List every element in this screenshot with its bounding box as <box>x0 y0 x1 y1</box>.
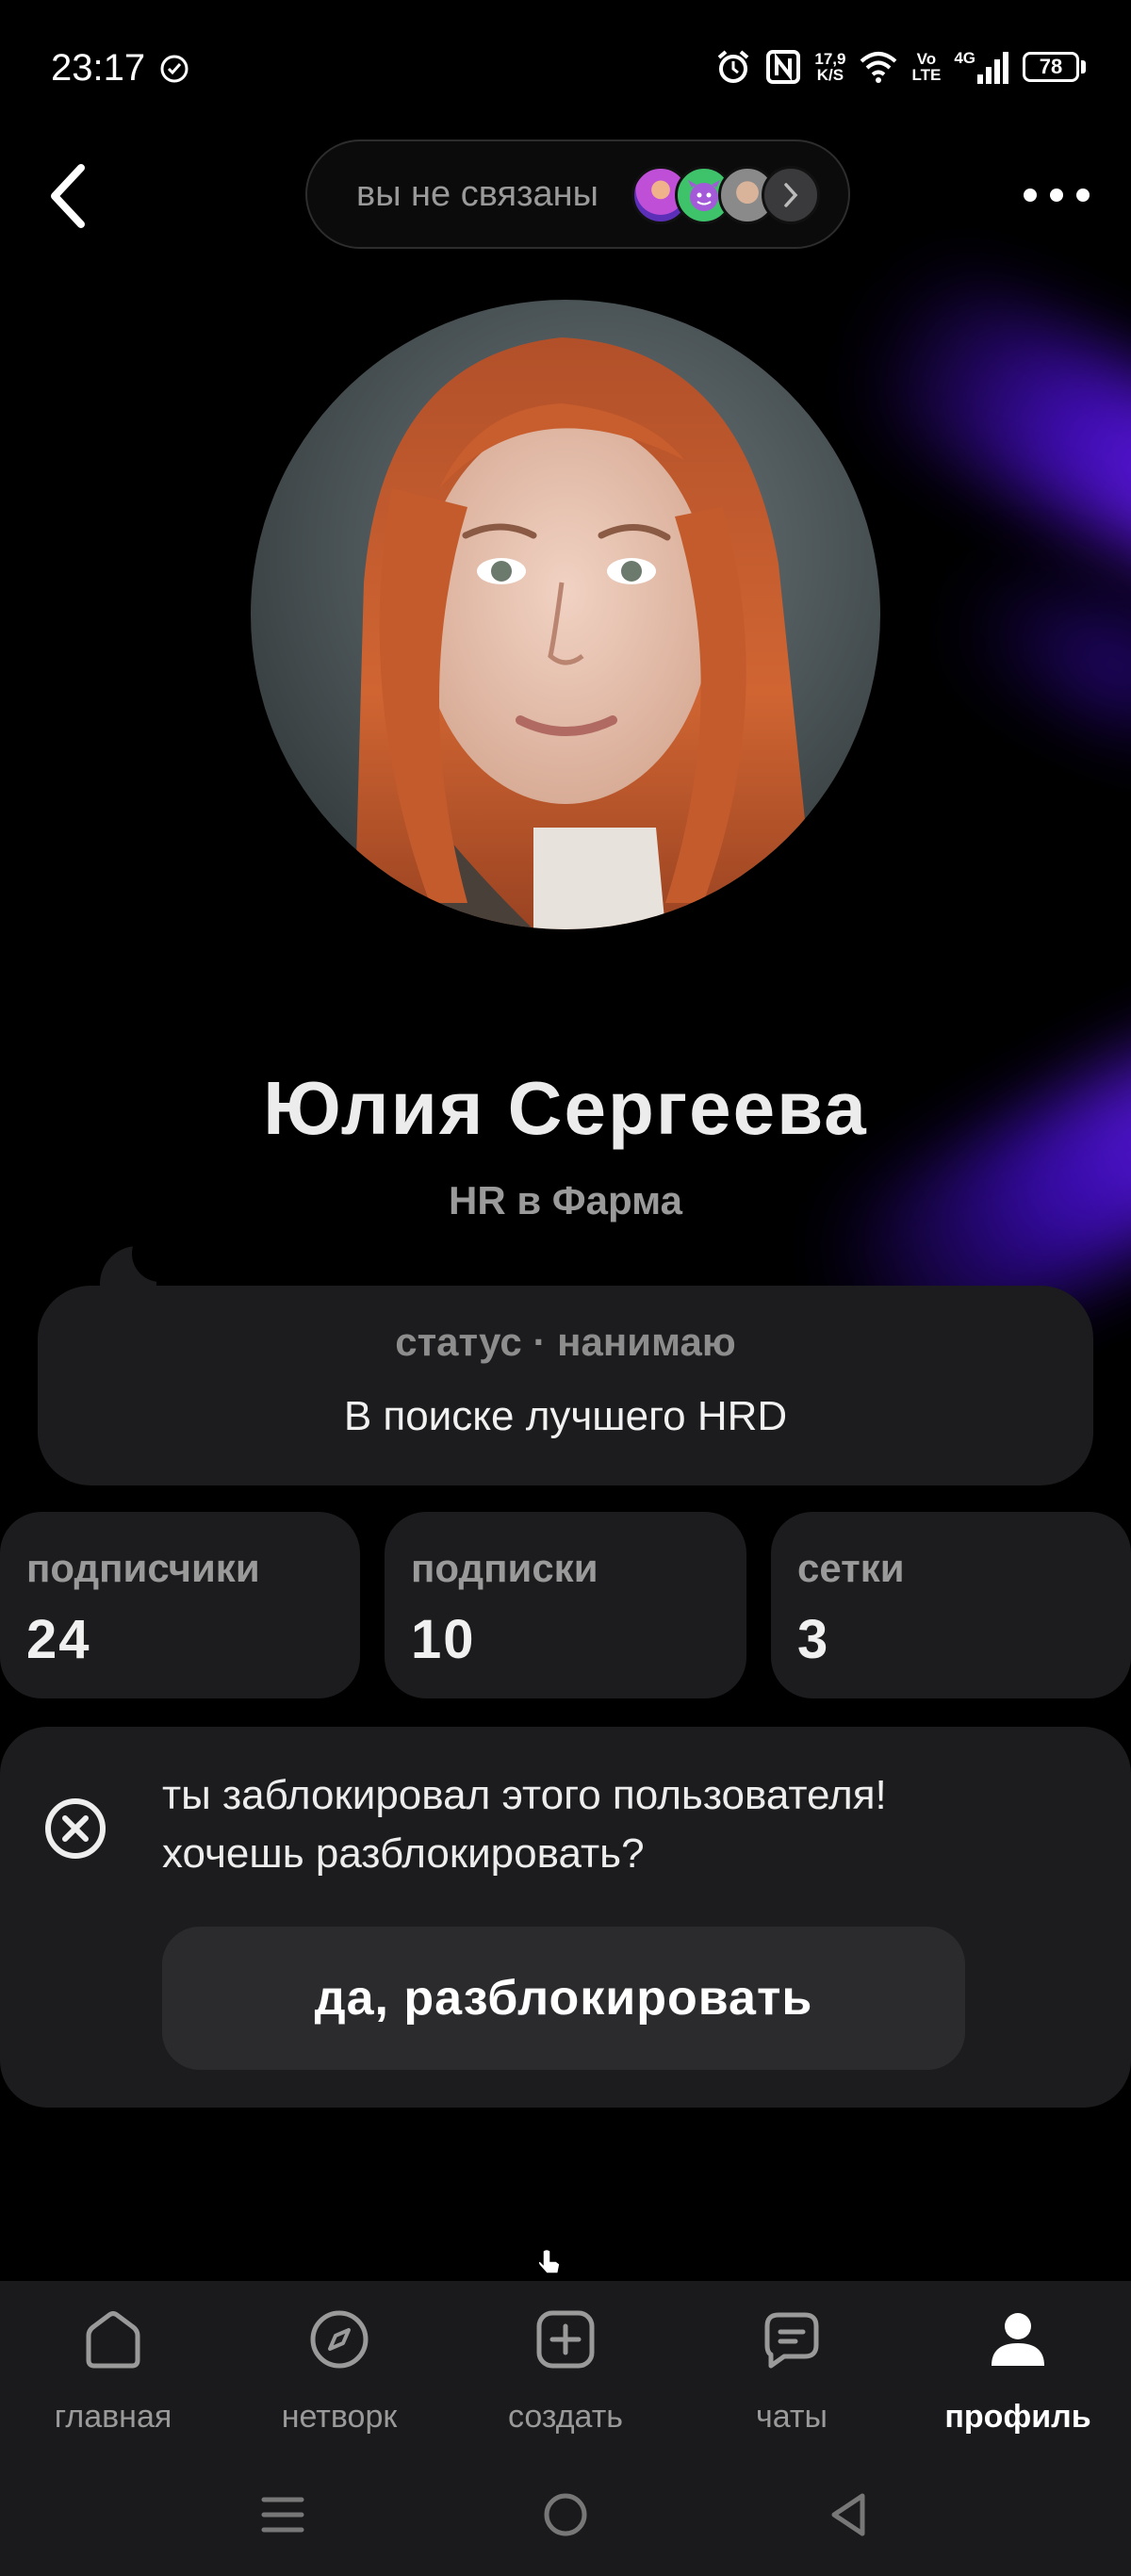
touch-cursor-icon <box>537 2248 561 2274</box>
nav-label: чаты <box>756 2399 828 2435</box>
status-text: В поиске лучшего HRD <box>343 1393 788 1439</box>
chat-icon <box>764 2312 819 2369</box>
status-title: статус · нанимаю <box>395 1320 736 1364</box>
mutual-avatars <box>631 166 820 224</box>
nav-label: главная <box>54 2399 172 2435</box>
stat-label: подписки <box>411 1546 598 1590</box>
status-card[interactable] <box>38 1286 1093 1485</box>
stat-label: подписчики <box>26 1546 260 1590</box>
wifi-icon <box>861 52 897 83</box>
alarm-icon <box>718 50 749 83</box>
volte-indicator: Vo LTE <box>911 50 942 84</box>
system-back-button[interactable] <box>812 2477 884 2552</box>
profile-avatar[interactable] <box>251 300 880 929</box>
nav-label: нетворк <box>281 2399 398 2435</box>
signal-icon: 4G <box>954 50 1009 84</box>
status-time: 23:17 <box>51 47 146 89</box>
chevron-left-icon <box>51 164 85 228</box>
connection-text: вы не связаны <box>356 173 598 214</box>
nfc-icon <box>766 50 801 84</box>
stat-label: сетки <box>797 1546 905 1590</box>
person-icon <box>992 2313 1044 2366</box>
stat-value: 10 <box>411 1609 476 1670</box>
triangle-back-icon <box>831 2493 865 2536</box>
profile-subtitle: HR в Фарма <box>448 1178 682 1222</box>
home-icon <box>86 2311 140 2369</box>
menu-icon <box>261 2497 304 2533</box>
more-options-button[interactable] <box>1024 179 1090 211</box>
nav-label: профиль <box>944 2399 1091 2435</box>
circle-home-icon <box>544 2493 587 2536</box>
stat-value: 24 <box>26 1609 91 1670</box>
stat-followers[interactable]: подписчики 24 <box>0 1512 360 1698</box>
battery-icon: 78 <box>1023 52 1086 82</box>
check-circle-icon <box>160 55 188 83</box>
nav-home[interactable]: главная <box>19 2305 207 2447</box>
purple-glow <box>942 550 1131 761</box>
nav-create[interactable]: создать <box>471 2305 660 2447</box>
compass-icon <box>310 2310 369 2369</box>
back-button[interactable] <box>41 160 94 232</box>
unblock-button[interactable]: да, разблокировать <box>162 1927 965 2070</box>
chevron-right-icon <box>762 166 820 224</box>
blocked-message: ты заблокировал этого пользователя! хоче… <box>162 1772 887 1877</box>
stat-following[interactable]: подписки 10 <box>385 1512 746 1698</box>
connection-pill[interactable]: вы не связаны <box>305 139 850 249</box>
purple-glow <box>839 252 1131 625</box>
nav-label: создать <box>507 2399 624 2435</box>
plus-square-icon <box>536 2310 595 2369</box>
stat-networks[interactable]: сетки 3 <box>771 1512 1131 1698</box>
stat-value: 3 <box>797 1609 830 1670</box>
net-speed: 17,9 K/S <box>814 50 846 84</box>
system-menu-button[interactable] <box>247 2477 319 2552</box>
system-home-button[interactable] <box>530 2477 601 2552</box>
status-icons: 17,9 K/S Vo LTE 4G 78 <box>714 45 1086 89</box>
nav-network[interactable]: нетворк <box>245 2305 434 2447</box>
nav-chats[interactable]: чаты <box>697 2305 886 2447</box>
close-circle-icon <box>45 1798 106 1859</box>
profile-name: Юлия Сергеева <box>263 1066 868 1150</box>
nav-profile[interactable]: профиль <box>924 2305 1112 2447</box>
